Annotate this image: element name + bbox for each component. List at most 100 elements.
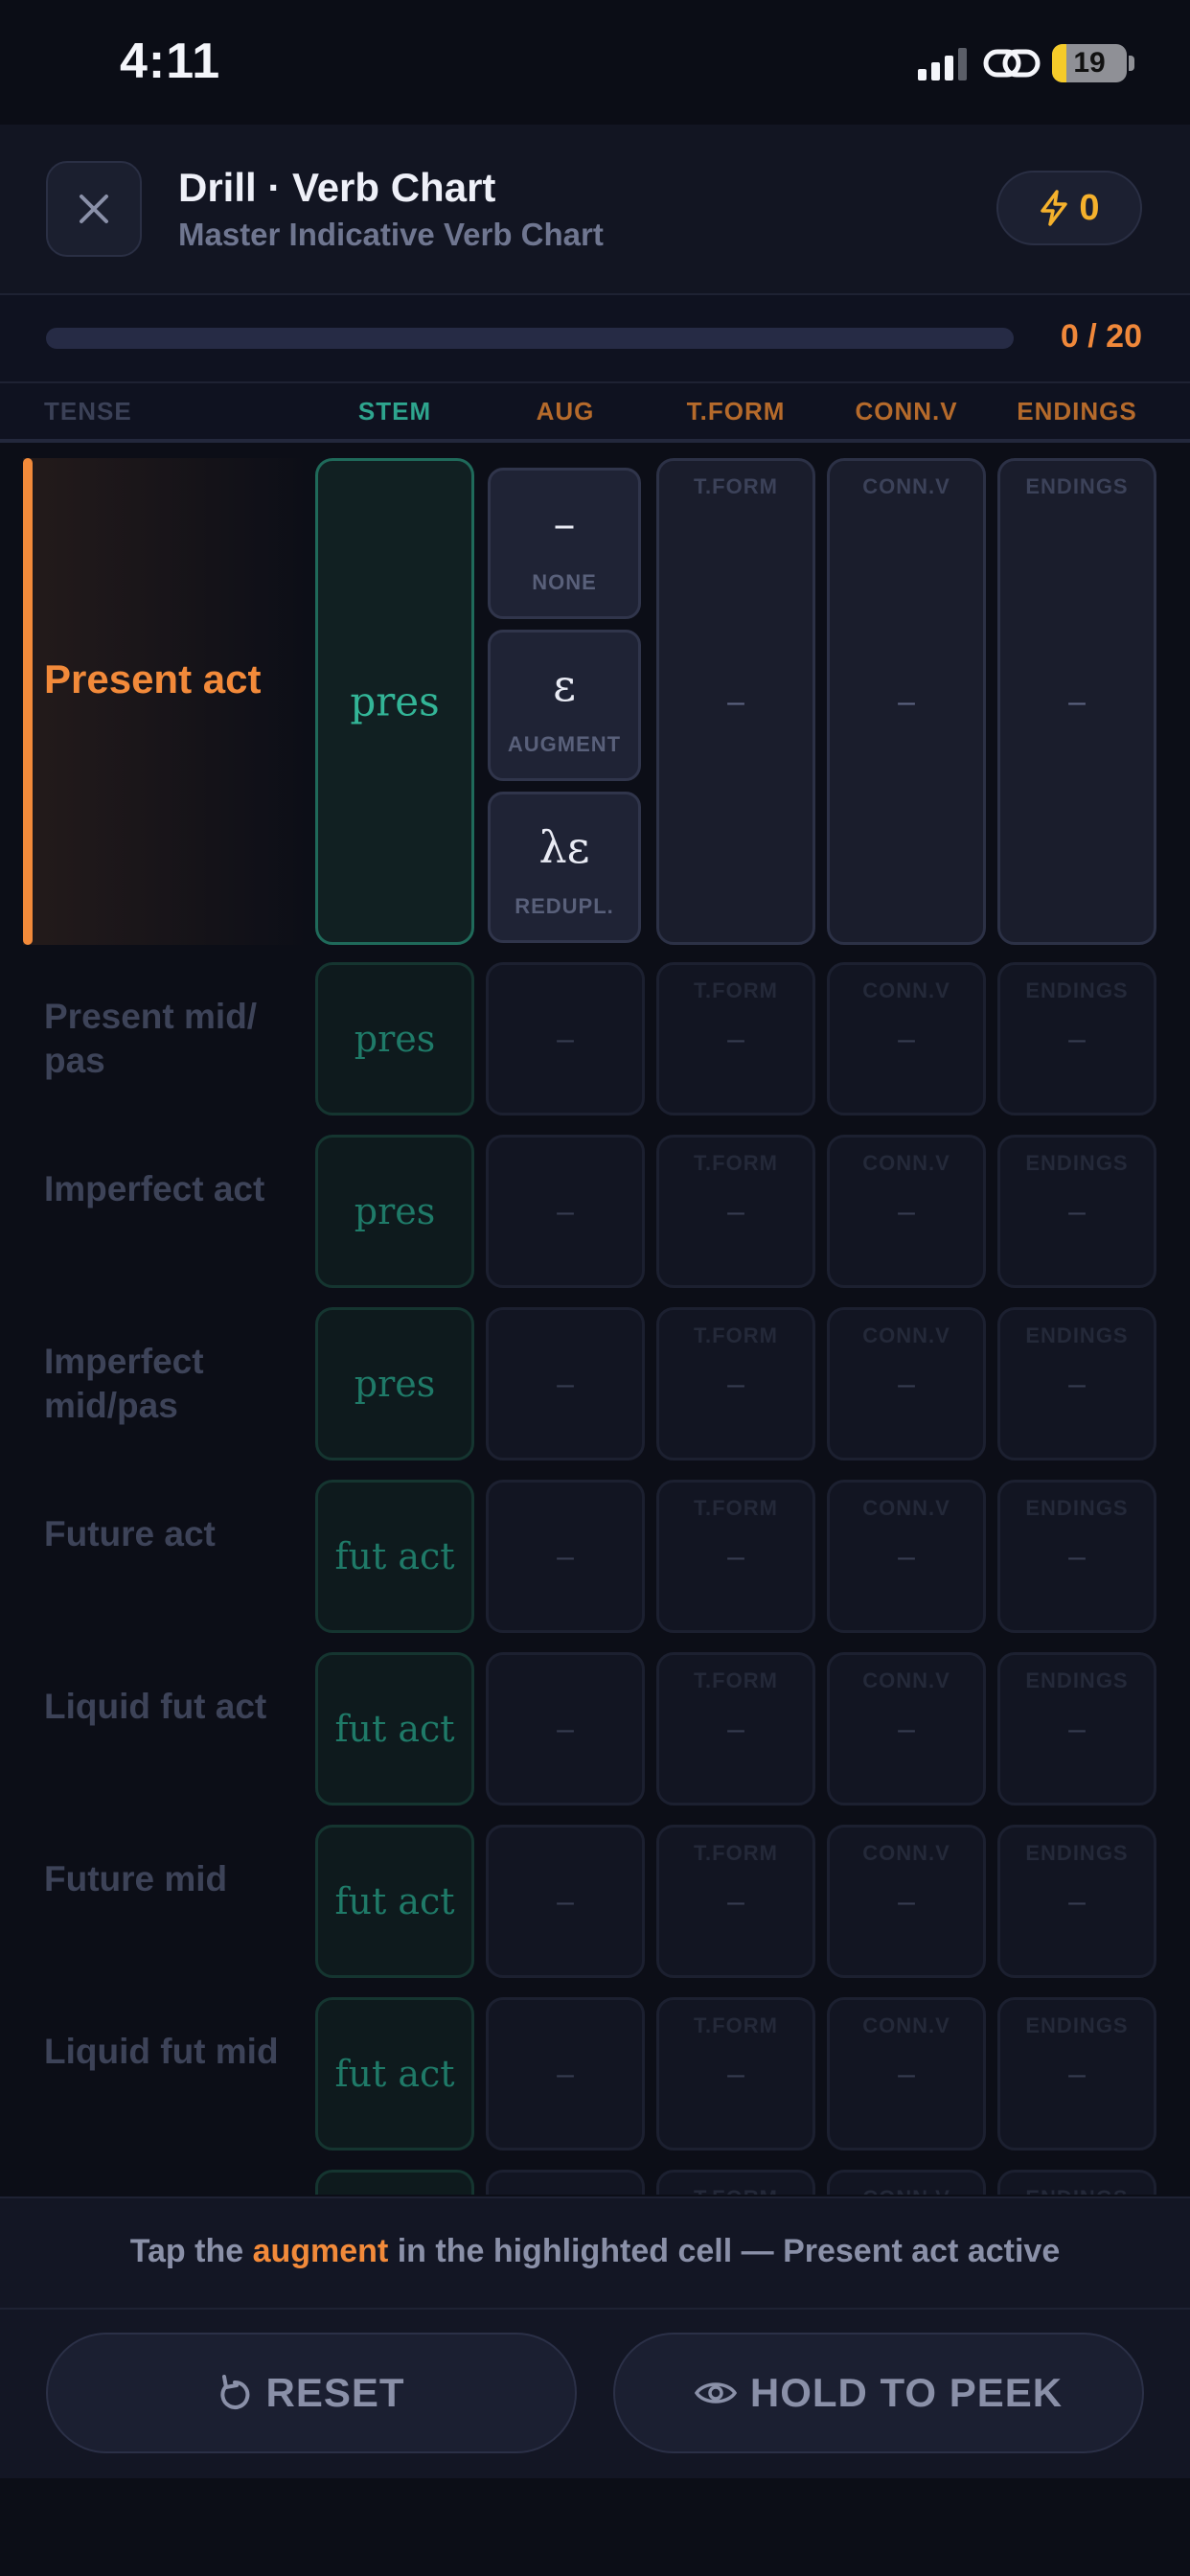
row-tense-label[interactable]: Future mid [44,1857,303,1901]
endings-cell[interactable]: ENDINGS– [997,1997,1156,2150]
stem-cell[interactable]: pres [315,1307,474,1460]
stem-cell[interactable]: pres [315,458,474,945]
page-subtitle: Master Indicative Verb Chart [178,217,604,252]
table-row-active: Present act pres – NONE ε AUGMENT λε REDUPL. T.F… [0,458,1190,945]
row-tense-label[interactable]: Liquid fut mid [44,2030,303,2074]
row-tense-label[interactable]: Future act [44,1512,303,1556]
row-tense-label[interactable]: Imperfect act [44,1167,303,1211]
empty-value: – [557,2056,574,2091]
hold-to-peek-button[interactable]: HOLD TO PEEK [613,2333,1144,2453]
empty-value: – [727,1883,744,1919]
augment-glyph: ε [553,659,576,711]
stem-cell[interactable]: fut act [315,1652,474,1806]
row-tense-label[interactable]: Present act [44,657,303,702]
endings-cell[interactable]: ENDINGS– [997,1480,1156,1633]
battery-icon: 19 [1052,44,1127,82]
tform-cell[interactable]: T.FORM– [656,2170,815,2195]
conn-cell[interactable]: CONN.V– [827,962,986,1116]
tform-cell[interactable]: T.FORM – [656,1652,815,1806]
tform-cell-label: T.FORM [694,2013,778,2037]
conn-cell-label: CONN.V [862,1496,950,1520]
augment-option-augment[interactable]: ε AUGMENT [488,630,641,781]
column-headers: TENSE STEM AUG T.FORM CONN.V ENDINGS [0,383,1190,443]
row-tense-label[interactable]: Present mid/ pas [44,995,303,1083]
aug-cell[interactable]: – [486,1480,645,1633]
conn-cell[interactable]: CONN.V– [827,458,986,945]
tform-cell-label: T.FORM [694,1668,778,1692]
conn-cell[interactable]: CONN.V– [827,2170,986,2195]
stem-value: fut act [334,1535,455,1577]
conn-cell-label: CONN.V [862,978,950,1002]
aug-cell[interactable]: – [486,1652,645,1806]
conn-cell[interactable]: CONN.V– [827,1307,986,1460]
battery-cap [1129,56,1134,71]
stem-value: pres [354,1018,436,1060]
empty-value: – [898,1366,915,1401]
stem-cell[interactable]: pres [315,962,474,1116]
stem-cell[interactable] [315,2170,474,2195]
row-tense-label[interactable]: Imperfect mid/pas [44,1340,303,1428]
instruction-prefix: Tap the [129,2233,253,2269]
aug-cell[interactable]: – [486,1307,645,1460]
tform-cell[interactable]: T.FORM– [656,962,815,1116]
endings-cell[interactable]: ENDINGS– [997,1825,1156,1978]
stem-cell[interactable]: fut act [315,1997,474,2150]
conn-cell[interactable]: CONN.V– [827,1135,986,1288]
endings-cell[interactable]: ENDINGS– [997,458,1156,945]
endings-cell-label: ENDINGS [1000,2186,1154,2195]
endings-cell[interactable]: ENDINGS– [997,1135,1156,1288]
tform-cell[interactable]: T.FORM– [656,1997,815,2150]
endings-cell[interactable]: ENDINGS– [997,962,1156,1116]
endings-cell[interactable]: ENDINGS– [997,1307,1156,1460]
empty-value: – [1068,1711,1086,1746]
tform-cell[interactable]: T.FORM– [656,1135,815,1288]
empty-value: – [727,1711,744,1746]
tform-cell[interactable]: T.FORM– [656,1825,815,1978]
home-indicator-area [0,2478,1190,2576]
conn-cell-label: CONN.V [862,474,950,498]
row-tense-label[interactable]: Liquid fut act [44,1685,303,1729]
column-header-aug: AUG [536,397,595,426]
endings-cell[interactable]: ENDINGS– [997,1652,1156,1806]
aug-cell[interactable]: – [486,2170,645,2195]
table-row: Imperfect act pres – T.FORM – CONN.V – ENDINGS – [0,1135,1190,1288]
augment-option-redupl[interactable]: λε REDUPL. [488,792,641,943]
endings-cell-label: ENDINGS [1025,978,1129,1002]
stem-value: pres [350,678,440,725]
table-row: Imperfect mid/pas pres – T.FORM – CONN.V – ENDI… [0,1307,1190,1460]
endings-cell[interactable]: ENDINGS– [997,2170,1156,2195]
conn-cell[interactable]: CONN.V – [827,1480,986,1633]
augment-option-label: NONE [532,570,597,594]
tform-cell[interactable]: T.FORM– [656,1307,815,1460]
conn-cell[interactable]: CONN.V– [827,1652,986,1806]
aug-cell[interactable]: – [486,1825,645,1978]
close-button[interactable] [46,161,142,257]
instruction-bar: Tap the augment in the highlighted cell … [0,2196,1190,2310]
empty-value: – [557,1193,574,1229]
empty-value: – [557,1883,574,1919]
aug-cell[interactable]: – [486,1997,645,2150]
aug-cell[interactable]: – [486,962,645,1116]
endings-cell-label: ENDINGS [1025,2013,1129,2037]
stem-value: pres [354,1363,436,1405]
tform-cell-label: T.FORM [694,1323,778,1347]
table-row: Future act fut act – T.FORM – CONN.V – ENDINGS – [0,1480,1190,1633]
peek-label: HOLD TO PEEK [749,2370,1064,2415]
eye-icon [694,2382,737,2404]
stem-cell[interactable]: fut act [315,1825,474,1978]
stem-value: fut act [334,1880,455,1922]
tform-cell-label: T.FORM [694,1151,778,1175]
stem-cell[interactable]: fut act [315,1480,474,1633]
endings-cell-label: ENDINGS [1025,1496,1129,1520]
stem-value: fut act [334,2053,455,2095]
conn-cell[interactable]: CONN.V– [827,1825,986,1978]
tform-cell[interactable]: T.FORM– [656,1480,815,1633]
aug-cell[interactable]: – [486,1135,645,1288]
stem-cell[interactable]: pres [315,1135,474,1288]
column-header-tform: T.FORM [686,397,786,426]
tform-cell[interactable]: T.FORM– [656,458,815,945]
empty-value: – [898,1538,915,1574]
conn-cell[interactable]: CONN.V– [827,1997,986,2150]
augment-option-none[interactable]: – NONE [488,468,641,619]
reset-button[interactable]: RESET [46,2333,577,2453]
